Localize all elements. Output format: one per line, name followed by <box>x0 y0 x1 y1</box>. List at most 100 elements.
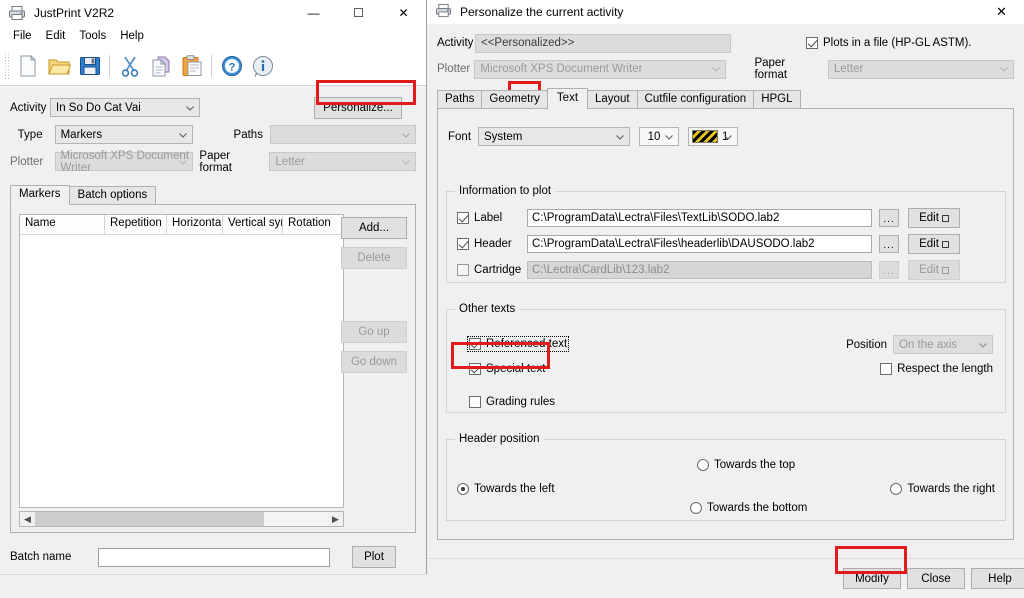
help-button[interactable]: Help <box>971 568 1024 589</box>
header-edit-button[interactable]: Edit <box>908 234 960 254</box>
dialog-close-button[interactable]: ✕ <box>979 0 1024 24</box>
tab-batch-options[interactable]: Batch options <box>68 186 157 204</box>
activity-dropdown[interactable]: In So Do Cat Vai <box>50 98 200 117</box>
plotter-dropdown[interactable]: Microsoft XPS Document Writer <box>54 149 194 174</box>
column-header-vertical-symmetry[interactable]: Vertical sym... <box>223 215 283 234</box>
font-size-dropdown[interactable]: 10 <box>639 127 679 146</box>
checkbox-box <box>469 338 481 350</box>
maximize-button[interactable]: ☐ <box>336 0 381 26</box>
font-label: Font <box>448 130 472 143</box>
plot-button[interactable]: Plot <box>352 546 396 568</box>
scroll-left-icon[interactable]: ◀ <box>20 512 35 526</box>
scroll-right-icon[interactable]: ▶ <box>328 512 343 526</box>
go-up-button[interactable]: Go up <box>341 321 407 343</box>
plots-in-file-checkbox[interactable]: Plots in a file (HP-GL ASTM). <box>806 37 971 49</box>
header-browse-button[interactable]: ... <box>879 235 899 253</box>
cartridge-edit-button[interactable]: Edit <box>908 260 960 280</box>
label-edit-button[interactable]: Edit <box>908 208 960 228</box>
radio-towards-the-bottom[interactable]: Towards the bottom <box>690 502 807 514</box>
grid-horizontal-scrollbar[interactable]: ◀ ▶ <box>19 511 344 527</box>
column-header-horizontal-symmetry[interactable]: Horizontal s... <box>167 215 223 234</box>
other-texts-group: Other texts Referenced text Special text… <box>446 303 1006 413</box>
plotter-value: Microsoft XPS Document Writer <box>60 149 189 174</box>
help-icon[interactable]: ? <box>216 51 247 82</box>
label-browse-button[interactable]: ... <box>879 209 899 227</box>
special-text-checkbox[interactable]: Special text <box>469 363 545 375</box>
dialog-paper-format-dropdown[interactable]: Letter <box>827 59 1014 79</box>
close-button[interactable]: ✕ <box>381 0 426 26</box>
markers-grid[interactable]: Name Repetition Horizontal s... Vertical… <box>19 214 344 508</box>
header-checkbox[interactable]: Header <box>457 238 527 250</box>
menu-file[interactable]: File <box>6 28 39 44</box>
add-button[interactable]: Add... <box>341 217 407 239</box>
label-path-input[interactable]: C:\ProgramData\Lectra\Files\TextLib\SODO… <box>527 209 872 227</box>
chevron-down-icon <box>402 159 410 165</box>
font-family-dropdown[interactable]: System <box>478 127 630 146</box>
copy-icon[interactable] <box>145 51 176 82</box>
cartridge-checkbox[interactable]: Cartridge <box>457 264 527 276</box>
tab-geometry[interactable]: Geometry <box>481 90 548 108</box>
paths-dropdown[interactable] <box>269 125 416 144</box>
main-window-title: JustPrint V2R2 <box>34 6 115 20</box>
plotter-row: Plotter Microsoft XPS Document Writer Pa… <box>10 148 416 175</box>
checkbox-box <box>806 37 818 49</box>
label-checkbox[interactable]: Label <box>457 212 527 224</box>
cartridge-browse-button[interactable]: ... <box>879 261 899 279</box>
info-icon[interactable] <box>247 51 278 82</box>
tab-hpgl[interactable]: HPGL <box>753 90 801 108</box>
printer-icon <box>435 3 452 21</box>
tab-text[interactable]: Text <box>546 88 589 110</box>
go-down-button[interactable]: Go down <box>341 351 407 373</box>
tab-cutfile-configuration[interactable]: Cutfile configuration <box>636 90 755 108</box>
towards-the-right-label: Towards the right <box>907 483 995 495</box>
main-window-titlebar: JustPrint V2R2 — ☐ ✕ <box>0 0 426 26</box>
toolbar-grip[interactable] <box>4 53 10 79</box>
respect-length-checkbox[interactable]: Respect the length <box>880 363 993 375</box>
grading-rules-checkbox[interactable]: Grading rules <box>469 396 555 408</box>
radio-towards-the-left[interactable]: Towards the left <box>457 483 555 495</box>
minimize-button[interactable]: — <box>291 0 336 26</box>
menu-help[interactable]: Help <box>113 28 151 44</box>
column-header-repetition[interactable]: Repetition <box>105 215 167 234</box>
referenced-text-checkbox[interactable]: Referenced text <box>466 336 570 352</box>
paper-format-dropdown[interactable]: Letter <box>269 152 416 171</box>
tab-markers[interactable]: Markers <box>10 185 70 205</box>
menubar: File Edit Tools Help <box>0 26 426 47</box>
menu-edit[interactable]: Edit <box>39 28 73 44</box>
dialog-activity-field[interactable]: <<Personalized>> <box>475 33 731 53</box>
menu-tools[interactable]: Tools <box>72 28 113 44</box>
scrollbar-track[interactable] <box>35 512 328 526</box>
save-icon[interactable] <box>74 51 105 82</box>
information-to-plot-title: Information to plot <box>455 185 556 197</box>
checkbox-box <box>880 363 893 375</box>
open-folder-icon[interactable] <box>43 51 74 82</box>
personalize-button[interactable]: Personalize... <box>314 96 402 119</box>
pen-color-dropdown[interactable]: 1 <box>688 127 738 146</box>
dialog-plotter-dropdown[interactable]: Microsoft XPS Document Writer <box>474 59 727 79</box>
edit-square-icon <box>941 214 949 222</box>
header-position-group: Header position Towards the top Towards … <box>446 433 1006 521</box>
delete-button[interactable]: Delete <box>341 247 407 269</box>
column-header-rotation[interactable]: Rotation <box>283 215 343 234</box>
cartridge-row: Cartridge C:\Lectra\CardLib\123.lab2 ...… <box>457 260 997 280</box>
new-document-icon[interactable] <box>12 51 43 82</box>
scrollbar-thumb[interactable] <box>35 512 264 526</box>
batch-name-input[interactable] <box>98 547 330 567</box>
cut-icon[interactable] <box>114 51 145 82</box>
position-dropdown[interactable]: On the axis <box>893 335 993 354</box>
cartridge-path-input[interactable]: C:\Lectra\CardLib\123.lab2 <box>527 261 872 279</box>
statusbar <box>0 574 427 598</box>
paper-format-label: Paper format <box>199 149 232 174</box>
paste-icon[interactable] <box>176 51 207 82</box>
dialog-close-footer-button[interactable]: Close <box>907 568 965 589</box>
column-header-name[interactable]: Name <box>20 215 105 234</box>
header-path-input[interactable]: C:\ProgramData\Lectra\Files\headerlib\DA… <box>527 235 872 253</box>
radio-towards-the-right[interactable]: Towards the right <box>890 483 995 495</box>
tab-layout[interactable]: Layout <box>587 90 638 108</box>
modify-button[interactable]: Modify <box>843 568 901 589</box>
label-row: Label C:\ProgramData\Lectra\Files\TextLi… <box>457 208 997 228</box>
font-family-value: System <box>484 130 523 143</box>
tab-paths[interactable]: Paths <box>437 90 483 108</box>
type-dropdown[interactable]: Markers <box>54 125 193 144</box>
radio-towards-the-top[interactable]: Towards the top <box>697 459 795 471</box>
